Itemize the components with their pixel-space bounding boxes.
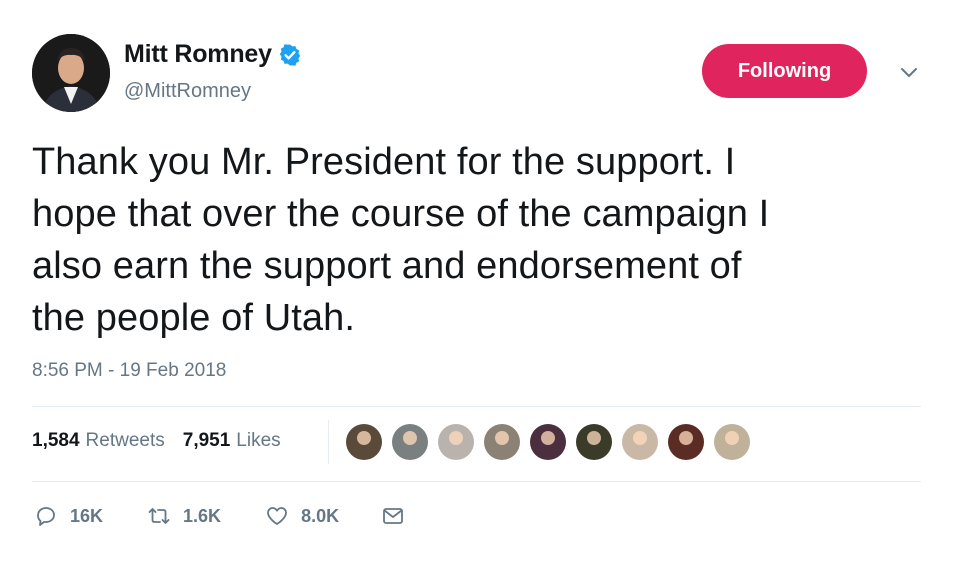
liker-avatar[interactable] [576,424,612,460]
liker-avatar[interactable] [530,424,566,460]
reply-count: 16K [70,505,104,526]
retweets-label: Retweets [85,430,165,451]
likes-stat[interactable]: 7,951 Likes [183,430,281,452]
tweet-card: Mitt Romney @MittRomney Following Thank … [0,0,980,565]
liker-avatar[interactable] [668,424,704,460]
liker-avatar[interactable] [438,424,474,460]
name-row: Mitt Romney [124,40,302,69]
reply-button[interactable]: 16K [34,504,103,528]
liker-avatar[interactable] [346,424,382,460]
tweet-timestamp[interactable]: 8:56 PM - 19 Feb 2018 [32,360,226,382]
tweet-stats: 1,584 Retweets 7,951 Likes [32,430,299,452]
retweets-stat[interactable]: 1,584 Retweets [32,430,165,452]
like-button[interactable]: 8.0K [265,504,339,528]
user-handle[interactable]: @MittRomney [124,80,251,103]
tweet-text: Thank you Mr. President for the support.… [32,136,932,344]
tweet-text-line: also earn the support and endorsement of [32,245,742,287]
likes-label: Likes [236,430,281,451]
tweet-text-line: Thank you Mr. President for the support.… [32,141,736,183]
liker-avatar[interactable] [714,424,750,460]
likes-count: 7,951 [182,430,231,451]
liker-avatar[interactable] [392,424,428,460]
tweet-text-line: hope that over the course of the campaig… [32,193,770,235]
reply-icon [37,507,55,526]
liker-avatar[interactable] [622,424,658,460]
divider [32,481,921,482]
retweet-count: 1.6K [183,505,222,526]
retweet-button[interactable]: 1.6K [147,504,221,528]
like-count: 8.0K [301,505,340,526]
retweets-count: 1,584 [32,430,80,451]
verified-badge-icon [278,43,302,67]
chevron-down-icon[interactable] [899,64,919,80]
tweet-actions: 16K 1.6K 8.0K [34,504,447,528]
envelope-icon [383,508,403,524]
divider [32,406,921,407]
likers-avatars [346,424,760,460]
tweet-text-line: the people of Utah. [32,297,356,339]
direct-message-button[interactable] [381,504,405,528]
liker-avatar[interactable] [484,424,520,460]
following-button[interactable]: Following [702,44,867,98]
retweet-icon [148,508,170,524]
display-name[interactable]: Mitt Romney [124,40,272,69]
stats-separator [328,420,329,464]
avatar[interactable] [32,34,110,112]
heart-icon [267,507,287,525]
